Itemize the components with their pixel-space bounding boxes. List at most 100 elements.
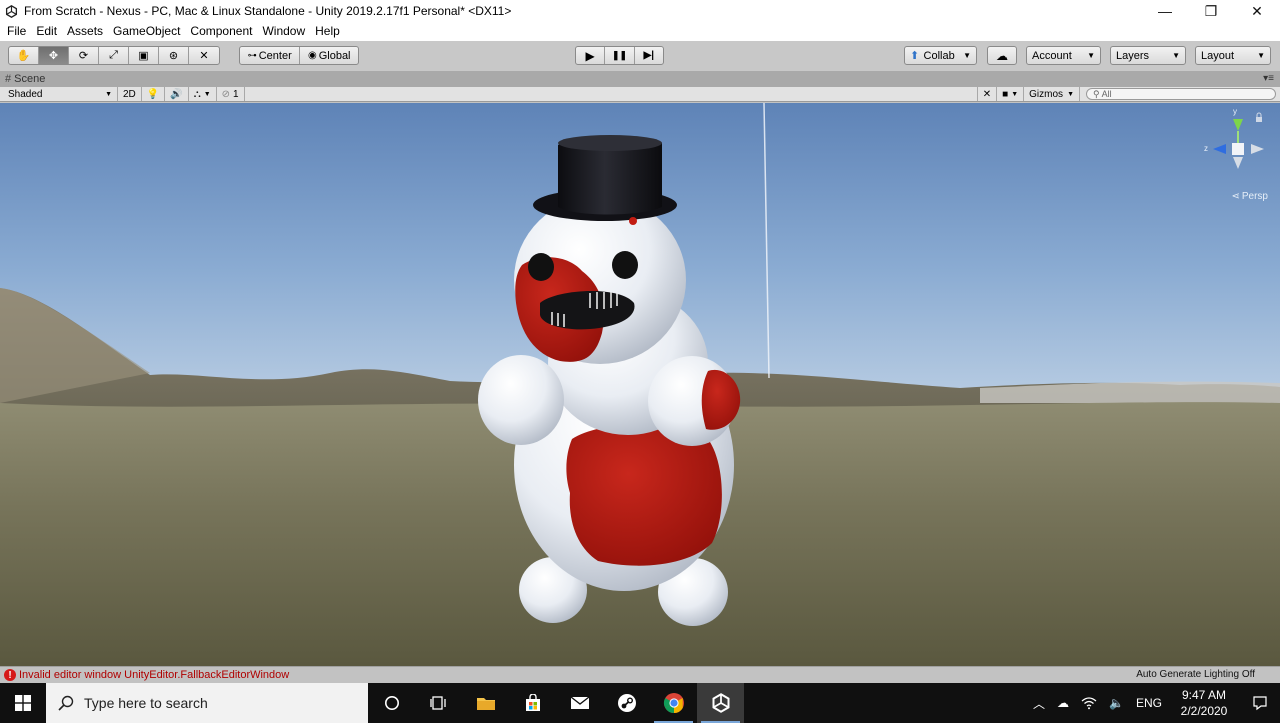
chevron-down-icon: ▼ bbox=[1257, 51, 1265, 60]
taskbar-search-input[interactable]: Type here to search bbox=[46, 683, 368, 723]
language-tray-button[interactable]: ENG bbox=[1130, 683, 1168, 723]
search-icon bbox=[58, 695, 74, 711]
gizmos-label: Gizmos bbox=[1029, 88, 1064, 100]
scene-grid-icon: # bbox=[5, 73, 12, 85]
menu-assets[interactable]: Assets bbox=[62, 22, 108, 41]
transform-tool-icon: ⊛ bbox=[168, 50, 179, 62]
show-hidden-icons-button[interactable]: ︿ bbox=[1027, 683, 1051, 723]
shading-mode-dropdown[interactable]: Shaded ▼ bbox=[0, 87, 118, 101]
perspective-icon: ⋖ bbox=[1231, 191, 1240, 202]
tools-toggle[interactable]: ✕ bbox=[976, 87, 998, 101]
hand-tool-icon: ✋ bbox=[16, 50, 31, 62]
gizmos-dropdown[interactable]: Gizmos ▼ bbox=[1024, 87, 1080, 101]
gizmo-z-cone[interactable] bbox=[1213, 144, 1226, 154]
chevron-up-icon: ︿ bbox=[1033, 696, 1046, 711]
snowman-left-eye bbox=[528, 253, 554, 281]
menu-bar: File Edit Assets GameObject Component Wi… bbox=[0, 22, 1280, 41]
unity-logo-icon bbox=[4, 4, 18, 18]
taskbar-clock[interactable]: 9:47 AM 2/2/2020 bbox=[1168, 687, 1240, 719]
step-button[interactable]: ▶| bbox=[635, 47, 663, 64]
store-button[interactable] bbox=[509, 683, 556, 723]
task-view-button[interactable] bbox=[415, 683, 462, 723]
onedrive-tray-button[interactable]: ☁ bbox=[1051, 683, 1075, 723]
unity-taskbar-button[interactable] bbox=[697, 683, 744, 723]
hidden-objects-toggle[interactable]: ⊘ 1 bbox=[217, 87, 245, 101]
custom-tool-button[interactable]: ✕ bbox=[189, 47, 219, 64]
orientation-gizmo[interactable]: y z bbox=[1204, 107, 1266, 191]
mail-button[interactable] bbox=[556, 683, 603, 723]
projection-toggle[interactable]: ⋖ Persp bbox=[1231, 191, 1268, 202]
minimize-button[interactable]: — bbox=[1142, 0, 1188, 22]
lighting-toggle[interactable]: 💡 bbox=[142, 87, 166, 101]
pivot-toggles: ⊶ Center ◉ Global bbox=[239, 46, 359, 65]
collab-dropdown[interactable]: ⬆ Collab ▼ bbox=[904, 46, 977, 65]
gizmo-y-cone[interactable] bbox=[1233, 119, 1243, 131]
menu-window[interactable]: Window bbox=[257, 22, 310, 41]
gizmo-down-cone[interactable] bbox=[1233, 157, 1243, 169]
file-explorer-button[interactable] bbox=[462, 683, 509, 723]
layout-label: Layout bbox=[1201, 49, 1235, 62]
hidden-count: 1 bbox=[233, 88, 239, 100]
transform-tool-button[interactable]: ⊛ bbox=[159, 47, 189, 64]
windows-taskbar: Type here to search ︿ ☁ 🔈 ENG 9:47 AM 2/… bbox=[0, 683, 1280, 723]
scene-viewport[interactable]: y z ⋖ Persp bbox=[0, 103, 1280, 666]
rect-tool-button[interactable]: ▣ bbox=[129, 47, 159, 64]
audio-toggle[interactable]: 🔊 bbox=[165, 87, 189, 101]
pivot-mode-button[interactable]: ⊶ Center bbox=[240, 47, 301, 64]
start-button[interactable] bbox=[0, 683, 46, 723]
snowman-left-arm bbox=[478, 355, 564, 445]
blood-drop bbox=[629, 217, 637, 225]
pause-button[interactable]: ❚❚ bbox=[605, 47, 635, 64]
move-tool-button[interactable]: ✥ bbox=[39, 47, 69, 64]
chevron-down-icon: ▼ bbox=[1172, 51, 1180, 60]
main-toolbar: ✋ ✥ ⟳ ⤢ ▣ ⊛ ✕ ⊶ Center ◉ Global ▶ ❚❚ ▶| … bbox=[0, 41, 1280, 71]
taskbar-search-placeholder: Type here to search bbox=[84, 695, 208, 711]
close-button[interactable]: ✕ bbox=[1234, 0, 1280, 22]
action-center-button[interactable] bbox=[1240, 683, 1280, 723]
steam-button[interactable] bbox=[603, 683, 650, 723]
camera-dropdown[interactable]: ■ ▼ bbox=[997, 87, 1025, 101]
rotate-tool-button[interactable]: ⟳ bbox=[69, 47, 99, 64]
camera-icon: ■ bbox=[1002, 88, 1009, 100]
gizmo-x-cone[interactable] bbox=[1251, 144, 1264, 154]
menu-file[interactable]: File bbox=[2, 22, 31, 41]
tab-menu-icon[interactable]: ▾≡ bbox=[1263, 73, 1274, 84]
menu-component[interactable]: Component bbox=[185, 22, 257, 41]
play-icon: ▶ bbox=[585, 48, 595, 63]
gizmo-center-cube[interactable] bbox=[1232, 143, 1244, 155]
menu-edit[interactable]: Edit bbox=[31, 22, 62, 41]
restore-button[interactable]: ❐ bbox=[1188, 0, 1234, 22]
effects-dropdown[interactable]: ⛬ ▼ bbox=[189, 87, 217, 101]
account-dropdown[interactable]: Account ▼ bbox=[1026, 46, 1101, 65]
windows-logo-icon bbox=[15, 695, 31, 711]
tab-scene[interactable]: # Scene bbox=[5, 71, 45, 87]
step-icon: ▶| bbox=[643, 50, 655, 61]
toggle-2d-button[interactable]: 2D bbox=[118, 87, 142, 101]
scale-tool-button[interactable]: ⤢ bbox=[99, 47, 129, 64]
cloud-button[interactable]: ☁ bbox=[987, 46, 1017, 65]
error-icon: ! bbox=[4, 669, 16, 681]
hand-tool-button[interactable]: ✋ bbox=[9, 47, 39, 64]
menu-gameobject[interactable]: GameObject bbox=[108, 22, 185, 41]
eye-slash-icon: ⊘ bbox=[221, 88, 231, 100]
custom-tool-icon: ✕ bbox=[199, 50, 209, 62]
chrome-button[interactable] bbox=[650, 683, 697, 723]
folder-icon bbox=[476, 698, 495, 710]
wifi-tray-button[interactable] bbox=[1075, 683, 1103, 723]
volume-tray-button[interactable]: 🔈 bbox=[1103, 683, 1130, 723]
notification-icon bbox=[1253, 696, 1267, 711]
pivot-rotation-button[interactable]: ◉ Global bbox=[300, 47, 358, 64]
unity-logo-icon bbox=[712, 693, 729, 713]
chevron-down-icon: ▼ bbox=[203, 90, 211, 98]
status-error-message[interactable]: Invalid editor window UnityEditor.Fallba… bbox=[19, 669, 289, 681]
scene-search-input[interactable]: ⚲ All bbox=[1086, 88, 1276, 100]
cortana-icon bbox=[384, 696, 399, 710]
chrome-icon bbox=[663, 693, 684, 714]
menu-help[interactable]: Help bbox=[310, 22, 345, 41]
cortana-button[interactable] bbox=[368, 683, 415, 723]
layers-dropdown[interactable]: Layers ▼ bbox=[1110, 46, 1186, 65]
mail-icon bbox=[570, 696, 589, 709]
layout-dropdown[interactable]: Layout ▼ bbox=[1195, 46, 1271, 65]
play-button[interactable]: ▶ bbox=[576, 47, 606, 64]
speaker-icon: 🔈 bbox=[1109, 696, 1124, 710]
